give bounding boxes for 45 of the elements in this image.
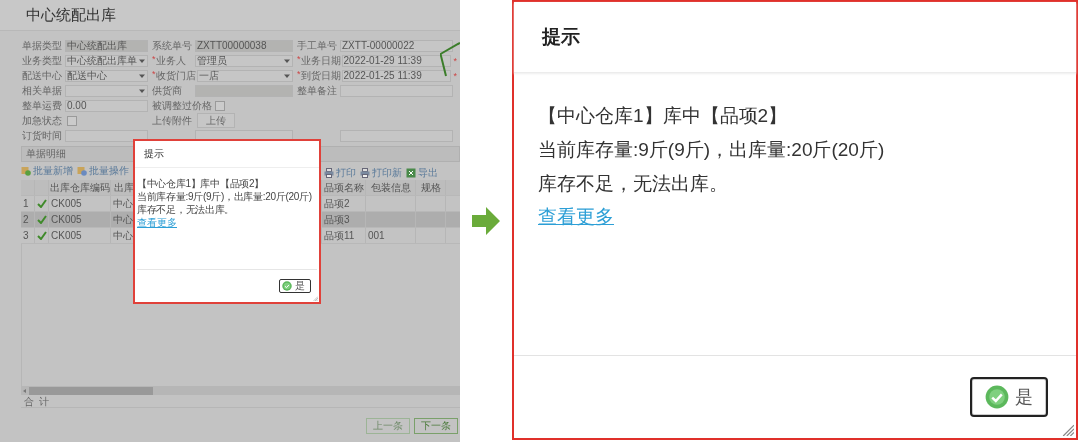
table-cell: 中心 [113, 196, 133, 211]
field-label: 单据类型 [22, 38, 63, 53]
field-label: 订货时间 [22, 128, 63, 143]
readonly-field: 中心统配出库 [65, 39, 148, 52]
table-cell: 001 [368, 230, 385, 241]
table-cell: 品项2 [324, 196, 350, 211]
field-label: 整单运费 [22, 98, 63, 113]
message-text: 当前库存量:9斤(9斤)，出库量:20斤(20斤) [538, 138, 886, 162]
field-label: 上传附件 [152, 113, 193, 128]
dialog-title: 提示 [144, 147, 164, 161]
total-label: 合 [22, 395, 35, 407]
field-label: 系统单号 [152, 38, 193, 53]
field-label: *到货日期 [297, 68, 341, 83]
table-cell: 3 [23, 230, 29, 241]
field-label: 整单备注 [297, 83, 338, 98]
field-label: 供货商 [152, 83, 183, 98]
field-label: *业务日期 [297, 53, 341, 68]
total-label: 计 [37, 395, 50, 407]
field-label: 相关单据 [22, 83, 63, 98]
table-cell: CK005 [51, 230, 82, 241]
readonly-field: ZXTT00000038 [195, 39, 293, 52]
field-label: 业务类型 [22, 53, 63, 68]
field-label: *收货门店 [152, 68, 196, 83]
table-cell: 中心 [113, 212, 133, 227]
required-mark: * [453, 70, 457, 81]
page-title: 中心统配出库 [26, 5, 116, 25]
field-label: 手工单号 [297, 38, 338, 53]
field-label: *业务人 [152, 53, 187, 68]
message-text: 【中心仓库1】库中【品项2】 [137, 177, 264, 190]
table-cell: 中心 [113, 228, 133, 243]
field-label: 被调整过价格 [152, 98, 212, 113]
message-text: 当前库存量:9斤(9斤)，出库量:20斤(20斤) [137, 190, 312, 203]
dialog-title: 提示 [542, 25, 580, 49]
table-cell: 品项3 [324, 212, 350, 227]
message-text: 【中心仓库1】库中【品项2】 [538, 104, 789, 128]
required-mark: * [453, 55, 457, 66]
table-cell: CK005 [51, 214, 82, 225]
message-text: 库存不足，无法出库。 [137, 203, 234, 216]
message-text: 库存不足，无法出库。 [538, 172, 729, 196]
table-cell: CK005 [51, 198, 82, 209]
table-cell: 品项11 [324, 228, 355, 243]
table-cell: 2 [23, 214, 29, 225]
table-cell: 1 [23, 198, 29, 209]
field-label: 加急状态 [22, 113, 63, 128]
field-label: 配送中心 [22, 68, 63, 83]
